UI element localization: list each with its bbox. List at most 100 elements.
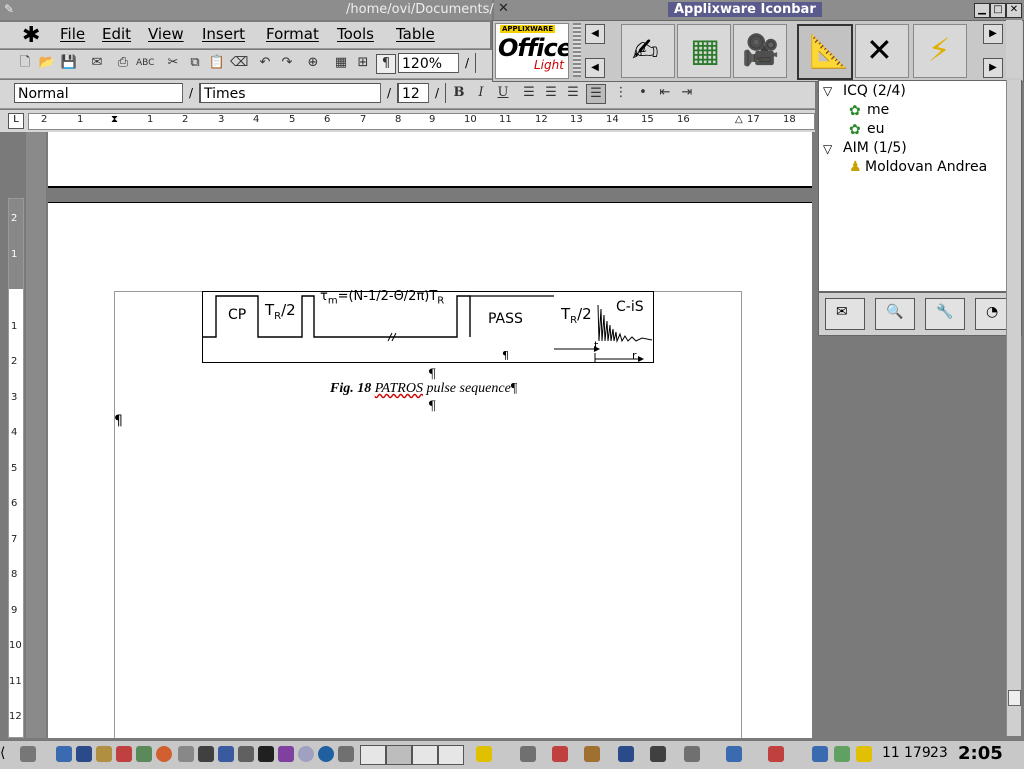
previous-page-bottom[interactable] — [48, 132, 812, 188]
cut-icon[interactable]: ✂ — [164, 54, 182, 72]
menu-table[interactable]: Table — [396, 25, 435, 43]
right-indent-marker-icon[interactable]: △ — [735, 114, 743, 125]
contact-eu[interactable]: eu — [867, 121, 885, 137]
new-icon[interactable]: 🗋 — [16, 54, 34, 72]
lifebuoy-icon[interactable] — [156, 746, 172, 762]
graphics-app-icon[interactable]: 📐 — [797, 24, 853, 80]
desktop-pager-2[interactable] — [386, 745, 412, 765]
preferences-button[interactable]: 🔧 — [925, 298, 965, 330]
maximize-button[interactable]: □ — [990, 3, 1006, 18]
undo-icon[interactable]: ↶ — [256, 54, 274, 72]
shield-icon[interactable] — [136, 746, 152, 762]
current-page[interactable]: CP TR/2 τm=(N-1/2-Θ/2π)TR PASS TR/2 C-iS… — [48, 202, 812, 738]
paste-icon[interactable]: 📋 — [208, 54, 226, 72]
print-icon[interactable]: ⎙ — [114, 54, 132, 72]
window-menu-icon[interactable]: ✎ — [4, 2, 14, 16]
iconbar-titlebar[interactable]: ✕ Applixware Iconbar ▁ □ ✕ — [494, 0, 1024, 20]
zoom-dropdown-icon[interactable]: / — [458, 53, 475, 73]
minimize-button[interactable]: ▁ — [974, 3, 990, 18]
task-doc-icon[interactable] — [684, 746, 700, 762]
indent-decrease-icon[interactable]: ⇤ — [656, 84, 674, 102]
puzzle-icon[interactable] — [278, 746, 294, 762]
task-window-icon[interactable] — [584, 746, 600, 762]
redo-icon[interactable]: ↷ — [278, 54, 296, 72]
underline-icon[interactable]: U — [494, 84, 512, 102]
camera-icon[interactable] — [258, 746, 274, 762]
align-left-icon[interactable]: ☰ — [520, 84, 538, 102]
style-dropdown-icon[interactable]: / — [182, 83, 199, 103]
menu-insert[interactable]: Insert — [202, 25, 245, 43]
justify-icon[interactable]: ☰ — [586, 84, 606, 104]
document-area[interactable]: CP TR/2 τm=(N-1/2-Θ/2π)TR PASS TR/2 C-iS… — [0, 132, 815, 738]
show-marks-icon[interactable]: ¶ — [376, 54, 396, 74]
clock[interactable]: 2:05 — [958, 743, 1003, 764]
copy-icon[interactable]: ⧉ — [186, 54, 204, 72]
menu-edit[interactable]: Edit — [102, 25, 131, 43]
edit-pencil-icon[interactable] — [96, 746, 112, 762]
style-select[interactable]: Normal / — [14, 83, 200, 103]
tools-app-icon[interactable]: ✕ — [855, 24, 909, 78]
contact-moldovan-andrea[interactable]: Moldovan Andrea — [865, 159, 987, 175]
spreadsheets-app-icon[interactable]: ▦ — [677, 24, 731, 78]
spellcheck-icon[interactable]: ABC — [136, 54, 154, 72]
task-lock-icon[interactable] — [726, 746, 742, 762]
words-app-icon[interactable]: ✍ — [621, 24, 675, 78]
start-menu-icon[interactable]: ⟨ — [0, 745, 5, 761]
search-button[interactable]: 🔍 — [875, 298, 915, 330]
open-icon[interactable]: 📂 — [38, 54, 56, 72]
office-logo[interactable]: APPLIXWARE Office Light — [495, 23, 569, 79]
grid-icon[interactable]: ⊞ — [354, 54, 372, 72]
document-icon[interactable] — [218, 746, 234, 762]
horizontal-ruler[interactable]: L 2 1 ⧗ 1 2 3 4 5 6 7 8 9 10 11 12 13 14… — [0, 110, 815, 132]
save-icon[interactable]: 💾 — [60, 54, 78, 72]
scroll-down-button[interactable]: ◀ — [585, 58, 605, 78]
task-x-icon[interactable] — [650, 746, 666, 762]
bold-icon[interactable]: B — [450, 84, 468, 102]
eraser-icon[interactable]: ⌫ — [230, 54, 248, 72]
close-button[interactable]: ✕ — [1006, 3, 1022, 18]
iconbar-scroll-left[interactable] — [573, 23, 581, 77]
task-print-icon[interactable] — [520, 746, 536, 762]
task-power-icon[interactable] — [768, 746, 784, 762]
align-center-icon[interactable]: ☰ — [542, 84, 560, 102]
tools-icon[interactable] — [178, 746, 194, 762]
expand-icon[interactable]: ▽ — [823, 84, 832, 98]
presents-app-icon[interactable]: 🎥 — [733, 24, 787, 78]
document-titlebar[interactable]: ✎ /home/ovi/Documents/ — [0, 0, 494, 20]
desktop-pager-4[interactable] — [438, 745, 464, 765]
globe-link-icon[interactable]: ⊕ — [304, 54, 322, 72]
asterisk-menu-icon[interactable]: ✱ — [22, 23, 40, 48]
gear-start-icon[interactable] — [20, 746, 36, 762]
indent-increase-icon[interactable]: ⇥ — [678, 84, 696, 102]
size-dropdown-icon[interactable]: / — [428, 83, 445, 103]
task-app-icon[interactable] — [552, 746, 568, 762]
home-icon[interactable] — [116, 746, 132, 762]
settings-icon[interactable] — [338, 746, 354, 762]
table-icon[interactable]: ▦ — [332, 54, 350, 72]
figure-caption[interactable]: Fig. 18 PATROS pulse sequence¶ — [330, 381, 517, 397]
numbered-list-icon[interactable]: ⋮ — [612, 84, 630, 102]
lightning-app-icon[interactable]: ⚡ — [913, 24, 967, 78]
cd-icon[interactable] — [298, 746, 314, 762]
contacts-list[interactable]: ▽ ICQ (2/4) ✿ me ✿ eu ▽ AIM (1/5) ♟ Mold… — [818, 80, 1022, 292]
align-right-icon[interactable]: ☰ — [564, 84, 582, 102]
network-icon[interactable] — [198, 746, 214, 762]
document-vertical-scrollbar[interactable] — [1006, 80, 1021, 736]
font-dropdown-icon[interactable]: / — [380, 83, 397, 103]
contact-me[interactable]: me — [867, 102, 889, 118]
volume-icon[interactable] — [812, 746, 828, 762]
pulse-sequence-diagram[interactable]: CP TR/2 τm=(N-1/2-Θ/2π)TR PASS TR/2 C-iS… — [202, 289, 654, 363]
ruler-strip[interactable]: 2 1 ⧗ 1 2 3 4 5 6 7 8 9 10 11 12 13 14 1… — [28, 113, 815, 130]
expand-icon[interactable]: ▽ — [823, 142, 832, 156]
terminal-icon[interactable] — [56, 746, 72, 762]
scroll-right-down-button[interactable]: ▶ — [983, 58, 1003, 78]
left-indent-marker-icon[interactable]: ⧗ — [111, 114, 118, 125]
calculator-icon[interactable] — [238, 746, 254, 762]
tab-type-icon[interactable]: L — [8, 113, 24, 129]
task-monitor-icon[interactable] — [618, 746, 634, 762]
vertical-ruler[interactable]: 2 1 1 2 3 4 5 6 7 8 9 10 11 12 — [8, 198, 24, 738]
group-icq[interactable]: ICQ (2/4) — [843, 83, 906, 99]
task-iconbar-icon[interactable] — [476, 746, 492, 762]
monitor-icon[interactable] — [76, 746, 92, 762]
send-message-button[interactable]: ✉ — [825, 298, 865, 330]
